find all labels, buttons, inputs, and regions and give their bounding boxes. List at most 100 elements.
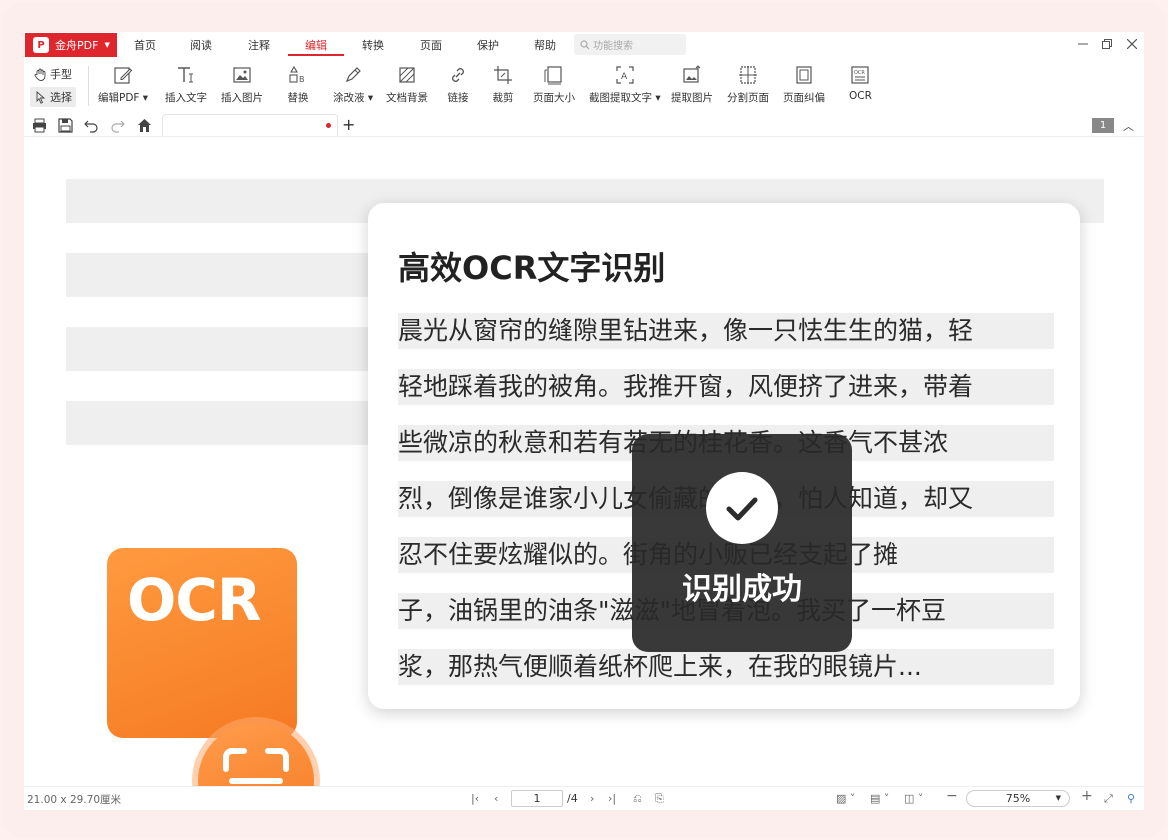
split-page-button[interactable]: 分割页面 bbox=[727, 64, 769, 105]
close-button[interactable] bbox=[1125, 36, 1139, 52]
menu-home[interactable]: 首页 bbox=[134, 37, 156, 53]
brand-menu-button[interactable]: P 金舟PDF ▼ bbox=[25, 33, 117, 57]
screenshot-text-icon: A bbox=[616, 66, 634, 84]
menu-edit[interactable]: 编辑 bbox=[305, 37, 327, 53]
unsaved-indicator bbox=[326, 123, 331, 128]
select-tool-label: 选择 bbox=[50, 91, 72, 104]
document-tab[interactable] bbox=[162, 114, 338, 136]
page-deskew-button[interactable]: 页面纠偏 bbox=[783, 64, 825, 105]
menu-annotate[interactable]: 注释 bbox=[248, 37, 270, 53]
pin-icon[interactable]: ⚲ bbox=[1127, 792, 1135, 805]
fullscreen-icon[interactable]: ⤢ bbox=[1104, 792, 1113, 806]
menu-bar: P 金舟PDF ▼ 首页 阅读 注释 编辑 转换 页面 保护 帮助 功能搜索 bbox=[24, 32, 1144, 58]
undo-button[interactable] bbox=[83, 117, 99, 133]
total-pages: /4 bbox=[567, 792, 578, 805]
split-page-label: 分割页面 bbox=[727, 92, 769, 104]
edit-pdf-button[interactable]: 编辑PDF ▾ bbox=[98, 64, 148, 105]
success-toast: 识别成功 bbox=[632, 434, 852, 652]
recognized-text-line: 晨光从窗帘的缝隙里钻进来，像一只怯生生的猫，轻 bbox=[398, 313, 1054, 349]
background-icon bbox=[399, 67, 415, 83]
placeholder-line bbox=[66, 327, 406, 371]
page-number-input[interactable]: 1 bbox=[511, 790, 563, 807]
extract-image-icon bbox=[683, 65, 701, 83]
menu-page[interactable]: 页面 bbox=[420, 37, 442, 53]
select-tool-button[interactable]: 选择 bbox=[30, 87, 76, 107]
minimize-button[interactable] bbox=[1076, 36, 1090, 52]
edit-ribbon: 手型 选择 编辑PDF ▾ 插入文字 插入图片 B 替换 涂改液 ▾ 文档背景 … bbox=[24, 60, 1144, 116]
card-title: 高效OCR文字识别 bbox=[398, 249, 666, 287]
app-logo-icon: P bbox=[33, 37, 49, 53]
link-label: 链接 bbox=[447, 92, 469, 104]
undo-icon bbox=[83, 120, 98, 133]
page-count-badge: 1 bbox=[1092, 118, 1114, 133]
placeholder-line bbox=[66, 253, 406, 297]
edit-pdf-icon bbox=[114, 67, 133, 84]
ocr-icon-text: OCR bbox=[127, 566, 262, 634]
print-icon bbox=[32, 118, 46, 132]
minimize-icon bbox=[1078, 43, 1088, 45]
correction-fluid-button[interactable]: 涂改液 ▾ bbox=[333, 64, 373, 105]
prev-page-button[interactable]: ‹ bbox=[494, 792, 498, 805]
replace-icon: B bbox=[289, 65, 305, 84]
hand-tool-button[interactable]: 手型 bbox=[30, 64, 76, 84]
fill-mode-icon[interactable]: ▨ ˅ bbox=[836, 792, 855, 805]
feature-search-input[interactable]: 功能搜索 bbox=[574, 34, 686, 55]
new-tab-button[interactable]: + bbox=[342, 115, 355, 134]
document-background-label: 文档背景 bbox=[386, 92, 428, 104]
first-page-button[interactable]: |‹ bbox=[471, 792, 479, 805]
save-button[interactable] bbox=[57, 117, 73, 133]
home-icon bbox=[137, 118, 151, 132]
screenshot-ocr-button[interactable]: A 截图提取文字 ▾ bbox=[589, 64, 661, 105]
zoom-value: 75% bbox=[1005, 792, 1031, 805]
link-button[interactable]: 链接 bbox=[447, 64, 469, 105]
hand-tool-label: 手型 bbox=[50, 68, 72, 81]
zoom-out-button[interactable]: − bbox=[946, 788, 958, 804]
ocr-button[interactable]: OCR OCR bbox=[849, 64, 872, 102]
crop-icon bbox=[494, 66, 512, 84]
restore-button[interactable] bbox=[1100, 36, 1114, 52]
redo-button[interactable] bbox=[109, 117, 125, 133]
close-icon bbox=[1127, 39, 1137, 49]
restore-icon bbox=[1102, 39, 1112, 49]
crop-label: 裁剪 bbox=[492, 92, 514, 104]
page-layout-icon[interactable]: ◫ ˅ bbox=[904, 792, 923, 805]
next-page-button[interactable]: › bbox=[590, 792, 594, 805]
home-button[interactable] bbox=[136, 117, 152, 133]
forward-view-icon[interactable]: ⎘ bbox=[655, 792, 664, 806]
menu-help[interactable]: 帮助 bbox=[534, 37, 556, 53]
print-button[interactable] bbox=[31, 117, 47, 133]
menu-protect[interactable]: 保护 bbox=[477, 37, 499, 53]
zoom-select[interactable]: 75% ▼ bbox=[966, 790, 1070, 807]
correction-fluid-label: 涂改液 ▾ bbox=[333, 92, 374, 104]
brand-label: 金舟PDF bbox=[55, 39, 99, 52]
hand-icon bbox=[34, 68, 46, 81]
correction-pen-icon bbox=[345, 67, 361, 83]
replace-label: 替换 bbox=[287, 92, 309, 104]
svg-text:OCR: OCR bbox=[854, 70, 865, 76]
page-size-readout: 21.00 x 29.70厘米 bbox=[27, 794, 122, 806]
ocr-label: OCR bbox=[849, 90, 872, 102]
page-size-icon bbox=[544, 66, 562, 85]
document-background-button[interactable]: 文档背景 bbox=[386, 64, 428, 105]
cursor-icon bbox=[36, 90, 46, 104]
zoom-in-button[interactable]: + bbox=[1081, 788, 1093, 804]
insert-text-button[interactable]: 插入文字 bbox=[165, 64, 207, 105]
recognized-text-line: 浆，那热气便顺着纸杯爬上来，在我的眼镜片... bbox=[398, 649, 1054, 685]
view-mode-icon[interactable]: ▤ ˅ bbox=[870, 792, 889, 805]
screenshot-ocr-label: 截图提取文字 ▾ bbox=[589, 92, 661, 104]
menu-convert[interactable]: 转换 bbox=[362, 37, 384, 53]
svg-text:B: B bbox=[299, 75, 305, 84]
replace-button[interactable]: B 替换 bbox=[287, 64, 309, 105]
last-page-button[interactable]: ›| bbox=[608, 792, 616, 805]
collapse-ribbon-icon[interactable]: ︿ bbox=[1123, 118, 1134, 134]
extract-image-button[interactable]: 提取图片 bbox=[671, 64, 713, 105]
page-size-button[interactable]: 页面大小 bbox=[533, 64, 575, 105]
back-view-icon[interactable]: ⎌ bbox=[633, 792, 642, 806]
extract-image-label: 提取图片 bbox=[671, 92, 713, 104]
crop-button[interactable]: 裁剪 bbox=[492, 64, 514, 105]
insert-image-button[interactable]: 插入图片 bbox=[221, 64, 263, 105]
status-bar: 21.00 x 29.70厘米 |‹ ‹ 1 /4 › ›| ⎌ ⎘ ▨ ˅ ▤… bbox=[24, 786, 1144, 810]
link-icon bbox=[452, 68, 464, 82]
ocr-app-icon: OCR bbox=[107, 548, 297, 738]
menu-read[interactable]: 阅读 bbox=[190, 37, 212, 53]
